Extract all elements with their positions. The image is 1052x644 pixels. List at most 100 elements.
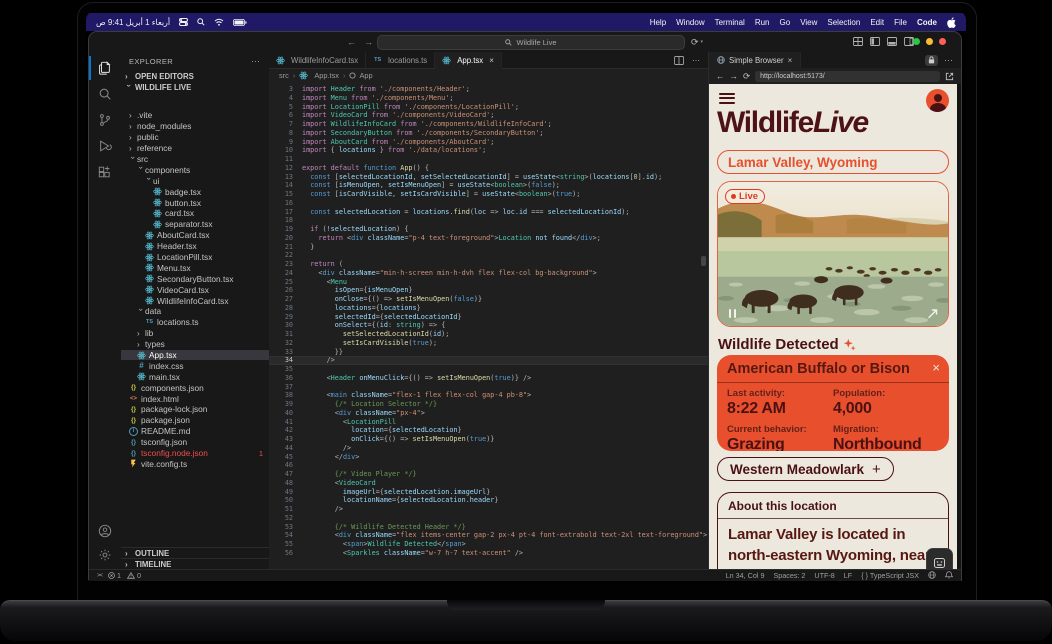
code-line[interactable]: 9import AboutCard from './components/Abo…: [269, 138, 708, 147]
live-video-card[interactable]: Live: [717, 181, 949, 327]
explorer-icon[interactable]: [89, 56, 121, 80]
code-line[interactable]: 22: [269, 251, 708, 260]
code-line[interactable]: 19 if (!selectedLocation) {: [269, 225, 708, 234]
tree-item-card-tsx[interactable]: card.tsx: [121, 208, 269, 219]
expand-icon[interactable]: [927, 308, 938, 319]
code-line[interactable]: 56 <Sparkles className="w-7 h-7 text-acc…: [269, 549, 708, 558]
run-debug-icon[interactable]: [89, 134, 121, 158]
status-item-typescript-jsx[interactable]: { } TypeScript JSX: [861, 571, 919, 580]
tab-wildlifeinfocard-tsx[interactable]: WildlifeInfoCard.tsx: [269, 52, 366, 68]
problems-warnings[interactable]: 0: [127, 571, 141, 580]
code-line[interactable]: 23 return (: [269, 260, 708, 269]
code-line[interactable]: 47 {/* Video Player */}: [269, 470, 708, 479]
problems-errors[interactable]: 1: [108, 571, 121, 580]
status-item-lf[interactable]: LF: [844, 571, 852, 580]
tab-locations-ts[interactable]: TSlocations.ts: [366, 52, 435, 68]
tree-item-header-tsx[interactable]: Header.tsx: [121, 241, 269, 252]
spotlight-search-icon[interactable]: [197, 18, 205, 26]
tree-item-app-tsx[interactable]: App.tsx: [121, 350, 269, 361]
tree-item-videocard-tsx[interactable]: VideoCard.tsx: [121, 284, 269, 295]
code-line[interactable]: 16: [269, 199, 708, 208]
project-root-section[interactable]: ›WILDLIFE LIVE: [121, 82, 269, 93]
menu-bar-clock[interactable]: أربعاء 1 أبريل 9:41 ص: [96, 18, 170, 27]
tree-item-aboutcard-tsx[interactable]: AboutCard.tsx: [121, 230, 269, 241]
code-line[interactable]: 55 <span>Wildlife Detected</span>: [269, 540, 708, 549]
code-line[interactable]: 18: [269, 216, 708, 225]
minimize-window-button[interactable]: [926, 38, 933, 45]
tree-item-tsconfig-json[interactable]: {}tsconfig.json: [121, 437, 269, 448]
browser-reload-icon[interactable]: ⟳: [743, 71, 750, 82]
search-view-icon[interactable]: [89, 82, 121, 106]
code-line[interactable]: 11: [269, 155, 708, 164]
menu-item-selection[interactable]: Selection: [827, 18, 860, 27]
code-line[interactable]: 17 const selectedLocation = locations.fi…: [269, 208, 708, 217]
tree-item-tsconfig-node-json[interactable]: {}tsconfig.node.json1: [121, 448, 269, 459]
accounts-icon[interactable]: [89, 519, 121, 543]
code-line[interactable]: 30 onSelect={(id: string) => {: [269, 321, 708, 330]
toggle-panel-icon[interactable]: [887, 37, 897, 46]
extensions-icon[interactable]: [89, 160, 121, 184]
code-line[interactable]: 52: [269, 514, 708, 523]
code-line[interactable]: 32 setIsCardVisible(true);: [269, 339, 708, 348]
close-icon[interactable]: ×: [788, 56, 793, 65]
code-line[interactable]: 4import Menu from './components/Menu';: [269, 94, 708, 103]
breadcrumb-item-src[interactable]: src: [279, 71, 289, 80]
code-line[interactable]: 34 />: [269, 356, 708, 365]
tab-simple-browser[interactable]: Simple Browser ×: [709, 52, 801, 68]
code-line[interactable]: 39 {/* Location Selector */}: [269, 400, 708, 409]
status-item-spaces-2[interactable]: Spaces: 2: [773, 571, 805, 580]
breadcrumb-item-app-tsx[interactable]: App.tsx: [299, 71, 339, 80]
code-line[interactable]: 49 imageUrl={selectedLocation.imageUrl}: [269, 488, 708, 497]
outline-section[interactable]: ›OUTLINE: [121, 547, 269, 558]
code-line[interactable]: 27 onClose={() => setIsMenuOpen(false)}: [269, 295, 708, 304]
tree-item-menu-tsx[interactable]: Menu.tsx: [121, 262, 269, 273]
url-input[interactable]: http://localhost:5173/: [755, 71, 940, 82]
menu-item-view[interactable]: View: [800, 18, 817, 27]
code-line[interactable]: 54 <div className="flex items-center gap…: [269, 531, 708, 540]
remote-indicator-icon[interactable]: ><: [97, 573, 102, 579]
breadcrumb-item-app[interactable]: App: [349, 71, 372, 80]
code-line[interactable]: 8import SecondaryButton from './componen…: [269, 129, 708, 138]
feedback-icon[interactable]: [928, 571, 936, 581]
code-line[interactable]: 43 onClick={() => setIsMenuOpen(true)}: [269, 435, 708, 444]
tree-item-badge-tsx[interactable]: badge.tsx: [121, 186, 269, 197]
floating-widget[interactable]: [926, 548, 953, 569]
tree-item-button-tsx[interactable]: button.tsx: [121, 197, 269, 208]
code-line[interactable]: 48 <VideoCard: [269, 479, 708, 488]
tree-item-vite-config-ts[interactable]: vite.config.ts: [121, 459, 269, 470]
code-line[interactable]: 5import LocationPill from './components/…: [269, 103, 708, 112]
tree-item-main-tsx[interactable]: main.tsx: [121, 371, 269, 382]
open-external-icon[interactable]: [945, 72, 954, 81]
code-line[interactable]: 14 const [isMenuOpen, setIsMenuOpen] = u…: [269, 181, 708, 190]
tree-item-vite[interactable]: ›.vite: [121, 110, 269, 121]
tree-item-reference[interactable]: ›reference: [121, 143, 269, 154]
code-line[interactable]: 45 </div>: [269, 453, 708, 462]
close-card-icon[interactable]: ×: [932, 360, 940, 375]
menu-item-help[interactable]: Help: [650, 18, 666, 27]
code-line[interactable]: 37: [269, 383, 708, 392]
open-editors-section[interactable]: ›OPEN EDITORS: [121, 71, 269, 82]
code-line[interactable]: 26 isOpen={isMenuOpen}: [269, 286, 708, 295]
battery-icon[interactable]: [233, 19, 247, 26]
apple-menu-icon[interactable]: [947, 17, 956, 28]
command-center-search[interactable]: Wildlife Live: [377, 35, 685, 50]
editor-scrollbar[interactable]: [701, 256, 706, 266]
timeline-section[interactable]: ›TIMELINE: [121, 558, 269, 569]
explorer-actions-icon[interactable]: ⋯: [251, 56, 261, 67]
lock-icon[interactable]: [925, 55, 938, 66]
tree-item-types[interactable]: ›types: [121, 339, 269, 350]
history-back-icon[interactable]: ←: [347, 35, 356, 49]
code-line[interactable]: 28 locations={locations}: [269, 304, 708, 313]
code-line[interactable]: 38 <main className="flex-1 flex flex-col…: [269, 391, 708, 400]
customize-layout-icon[interactable]: [853, 37, 863, 46]
zoom-window-button[interactable]: [913, 38, 920, 45]
tree-item-components-json[interactable]: {}components.json: [121, 382, 269, 393]
menu-item-code[interactable]: Code: [917, 18, 937, 27]
code-line[interactable]: 20 return <div className="p-4 text-foreg…: [269, 234, 708, 243]
breadcrumb[interactable]: src›App.tsx›App: [269, 68, 708, 82]
avatar[interactable]: [926, 89, 949, 112]
source-control-icon[interactable]: [89, 108, 121, 132]
settings-gear-icon[interactable]: [89, 543, 121, 567]
secondary-species-button[interactable]: Western Meadowlark+: [717, 457, 894, 481]
code-line[interactable]: 29 selectedId={selectedLocationId}: [269, 313, 708, 322]
